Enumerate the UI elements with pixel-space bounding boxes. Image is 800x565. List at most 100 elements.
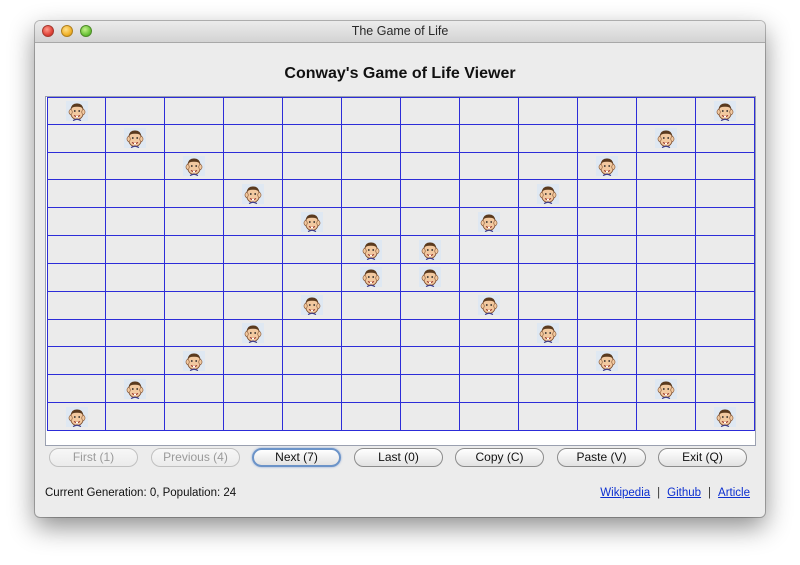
grid-cell[interactable] — [578, 375, 637, 404]
grid-cell[interactable] — [578, 403, 637, 431]
grid-cell[interactable] — [106, 347, 165, 376]
grid-cell[interactable] — [283, 180, 342, 209]
article-link[interactable]: Article — [718, 487, 750, 499]
grid-cell[interactable] — [460, 208, 519, 237]
grid-cell[interactable] — [696, 291, 755, 320]
grid-cell[interactable] — [519, 236, 578, 264]
grid-cell[interactable] — [637, 208, 696, 237]
grid-cell[interactable] — [460, 180, 519, 209]
grid-cell[interactable] — [342, 208, 401, 237]
grid-cell[interactable] — [460, 291, 519, 320]
grid-cell[interactable] — [519, 180, 578, 209]
grid-cell[interactable] — [578, 97, 637, 125]
grid-cell[interactable] — [578, 180, 637, 209]
grid-cell[interactable] — [342, 152, 401, 181]
exit-button[interactable]: Exit (Q) — [658, 448, 747, 467]
grid-cell[interactable] — [578, 236, 637, 264]
grid-cell[interactable] — [696, 208, 755, 237]
grid-cell[interactable] — [342, 319, 401, 348]
grid-cell[interactable] — [696, 97, 755, 125]
grid-cell[interactable] — [578, 152, 637, 181]
grid-cell[interactable] — [460, 236, 519, 264]
grid-cell[interactable] — [47, 263, 106, 292]
grid-cell[interactable] — [401, 291, 460, 320]
grid-cell[interactable] — [224, 319, 283, 348]
grid-cell[interactable] — [578, 124, 637, 153]
grid-cell[interactable] — [637, 97, 696, 125]
grid-cell[interactable] — [401, 236, 460, 264]
grid-cell[interactable] — [696, 152, 755, 181]
grid-cell[interactable] — [460, 124, 519, 153]
grid-cell[interactable] — [283, 263, 342, 292]
grid-cell[interactable] — [519, 403, 578, 431]
grid-cell[interactable] — [401, 97, 460, 125]
grid-cell[interactable] — [696, 347, 755, 376]
grid-cell[interactable] — [342, 97, 401, 125]
grid-cell[interactable] — [47, 152, 106, 181]
grid-cell[interactable] — [342, 347, 401, 376]
grid-cell[interactable] — [637, 263, 696, 292]
grid-cell[interactable] — [165, 152, 224, 181]
previous-button[interactable]: Previous (4) — [151, 448, 240, 467]
grid-cell[interactable] — [519, 319, 578, 348]
last-button[interactable]: Last (0) — [354, 448, 443, 467]
grid-cell[interactable] — [578, 319, 637, 348]
grid-cell[interactable] — [224, 236, 283, 264]
grid-cell[interactable] — [637, 403, 696, 431]
grid-cell[interactable] — [47, 97, 106, 125]
next-button[interactable]: Next (7) — [252, 448, 341, 467]
grid-cell[interactable] — [224, 208, 283, 237]
grid-cell[interactable] — [165, 263, 224, 292]
grid-cell[interactable] — [460, 263, 519, 292]
grid-cell[interactable] — [47, 319, 106, 348]
grid-cell[interactable] — [165, 97, 224, 125]
grid-cell[interactable] — [696, 236, 755, 264]
grid-cell[interactable] — [106, 236, 165, 264]
copy-button[interactable]: Copy (C) — [455, 448, 544, 467]
grid-cell[interactable] — [224, 263, 283, 292]
grid-cell[interactable] — [283, 97, 342, 125]
grid-cell[interactable] — [342, 263, 401, 292]
grid-cell[interactable] — [283, 124, 342, 153]
grid-cell[interactable] — [519, 208, 578, 237]
grid-cell[interactable] — [283, 208, 342, 237]
grid-cell[interactable] — [224, 97, 283, 125]
grid-cell[interactable] — [578, 291, 637, 320]
grid-cell[interactable] — [401, 347, 460, 376]
grid-cell[interactable] — [696, 319, 755, 348]
grid-cell[interactable] — [578, 263, 637, 292]
grid-cell[interactable] — [519, 291, 578, 320]
grid-cell[interactable] — [224, 375, 283, 404]
grid-cell[interactable] — [401, 263, 460, 292]
grid-cell[interactable] — [342, 375, 401, 404]
grid-cell[interactable] — [578, 208, 637, 237]
grid-cell[interactable] — [165, 291, 224, 320]
grid-cell[interactable] — [519, 263, 578, 292]
grid-cell[interactable] — [460, 319, 519, 348]
grid-cell[interactable] — [637, 180, 696, 209]
grid-cell[interactable] — [401, 375, 460, 404]
grid-cell[interactable] — [696, 403, 755, 431]
grid-cell[interactable] — [47, 403, 106, 431]
grid-cell[interactable] — [283, 403, 342, 431]
grid-cell[interactable] — [224, 124, 283, 153]
grid-cell[interactable] — [401, 124, 460, 153]
grid-cell[interactable] — [342, 403, 401, 431]
life-grid[interactable] — [47, 97, 755, 431]
grid-cell[interactable] — [283, 236, 342, 264]
grid-cell[interactable] — [47, 375, 106, 404]
grid-cell[interactable] — [106, 263, 165, 292]
paste-button[interactable]: Paste (V) — [557, 448, 646, 467]
grid-cell[interactable] — [224, 152, 283, 181]
grid-cell[interactable] — [106, 152, 165, 181]
first-button[interactable]: First (1) — [49, 448, 138, 467]
grid-cell[interactable] — [106, 291, 165, 320]
grid-cell[interactable] — [47, 347, 106, 376]
grid-cell[interactable] — [401, 152, 460, 181]
grid-cell[interactable] — [47, 180, 106, 209]
grid-cell[interactable] — [165, 319, 224, 348]
grid-cell[interactable] — [106, 180, 165, 209]
grid-cell[interactable] — [106, 375, 165, 404]
grid-cell[interactable] — [460, 375, 519, 404]
grid-cell[interactable] — [224, 403, 283, 431]
